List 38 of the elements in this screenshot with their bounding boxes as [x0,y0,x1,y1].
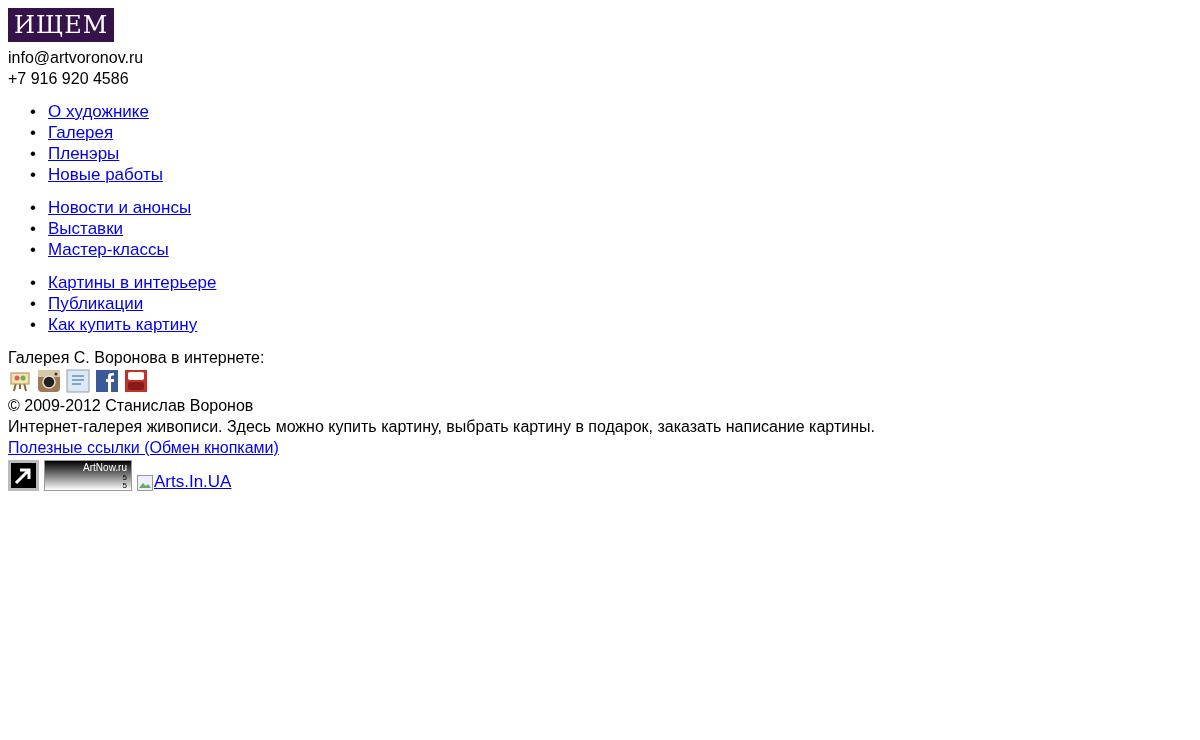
camera-icon[interactable] [37,369,61,393]
description-text: Интернет-галерея живописи. Здесь можно купить картину, выбрать картину в подарок, заказать написание картины. [8,417,876,437]
bullet: • [30,143,36,164]
bullet: • [30,122,36,143]
easel-icon[interactable] [8,369,32,393]
useful-links-link[interactable]: Полезные ссылки (Обмен кнопками) [8,439,279,456]
arts-link[interactable]: Arts.In.UA [154,473,232,491]
menu-link[interactable]: Пленэры [48,143,120,164]
bullet: • [30,239,36,260]
menu-link[interactable]: Новости и анонсы [48,197,192,218]
phone-text: +7 916 920 4586 [8,69,130,89]
menu-link[interactable]: О художнике [48,101,149,122]
copyright-text: © 2009-2012 Станислав Воронов [8,396,255,416]
counter-number: 5 [122,481,127,490]
counter-badge[interactable]: ArtNow.ru 5 5 [44,460,132,491]
menu-link[interactable]: Мастер-классы [48,239,169,260]
bullet: • [30,197,36,218]
bullet: • [30,293,36,314]
menu-link[interactable]: Галерея [48,122,114,143]
counter-title: ArtNow.ru [83,462,127,473]
menu-link[interactable]: Новые работы [48,164,163,185]
counter-number: 5 [122,473,127,482]
menu-link[interactable]: Публикации [48,293,144,314]
bullet: • [30,164,36,185]
broken-image-icon [137,475,153,491]
bullet: • [30,314,36,335]
menu-link[interactable]: Картины в интерьере [48,272,217,293]
social-title: Галерея С. Воронова в интернете: [8,348,266,368]
bullet: • [30,101,36,122]
logo[interactable]: ИЩЕМ [8,8,115,42]
email-text: info@artvoronov.ru [8,48,145,68]
bullet: • [30,272,36,293]
menu-link[interactable]: Как купить картину [48,314,198,335]
arrow-icon[interactable] [8,460,39,491]
bullet: • [30,218,36,239]
facebook-icon[interactable] [95,369,119,393]
youtube-icon[interactable] [124,369,148,393]
menu-link[interactable]: Выставки [48,218,124,239]
